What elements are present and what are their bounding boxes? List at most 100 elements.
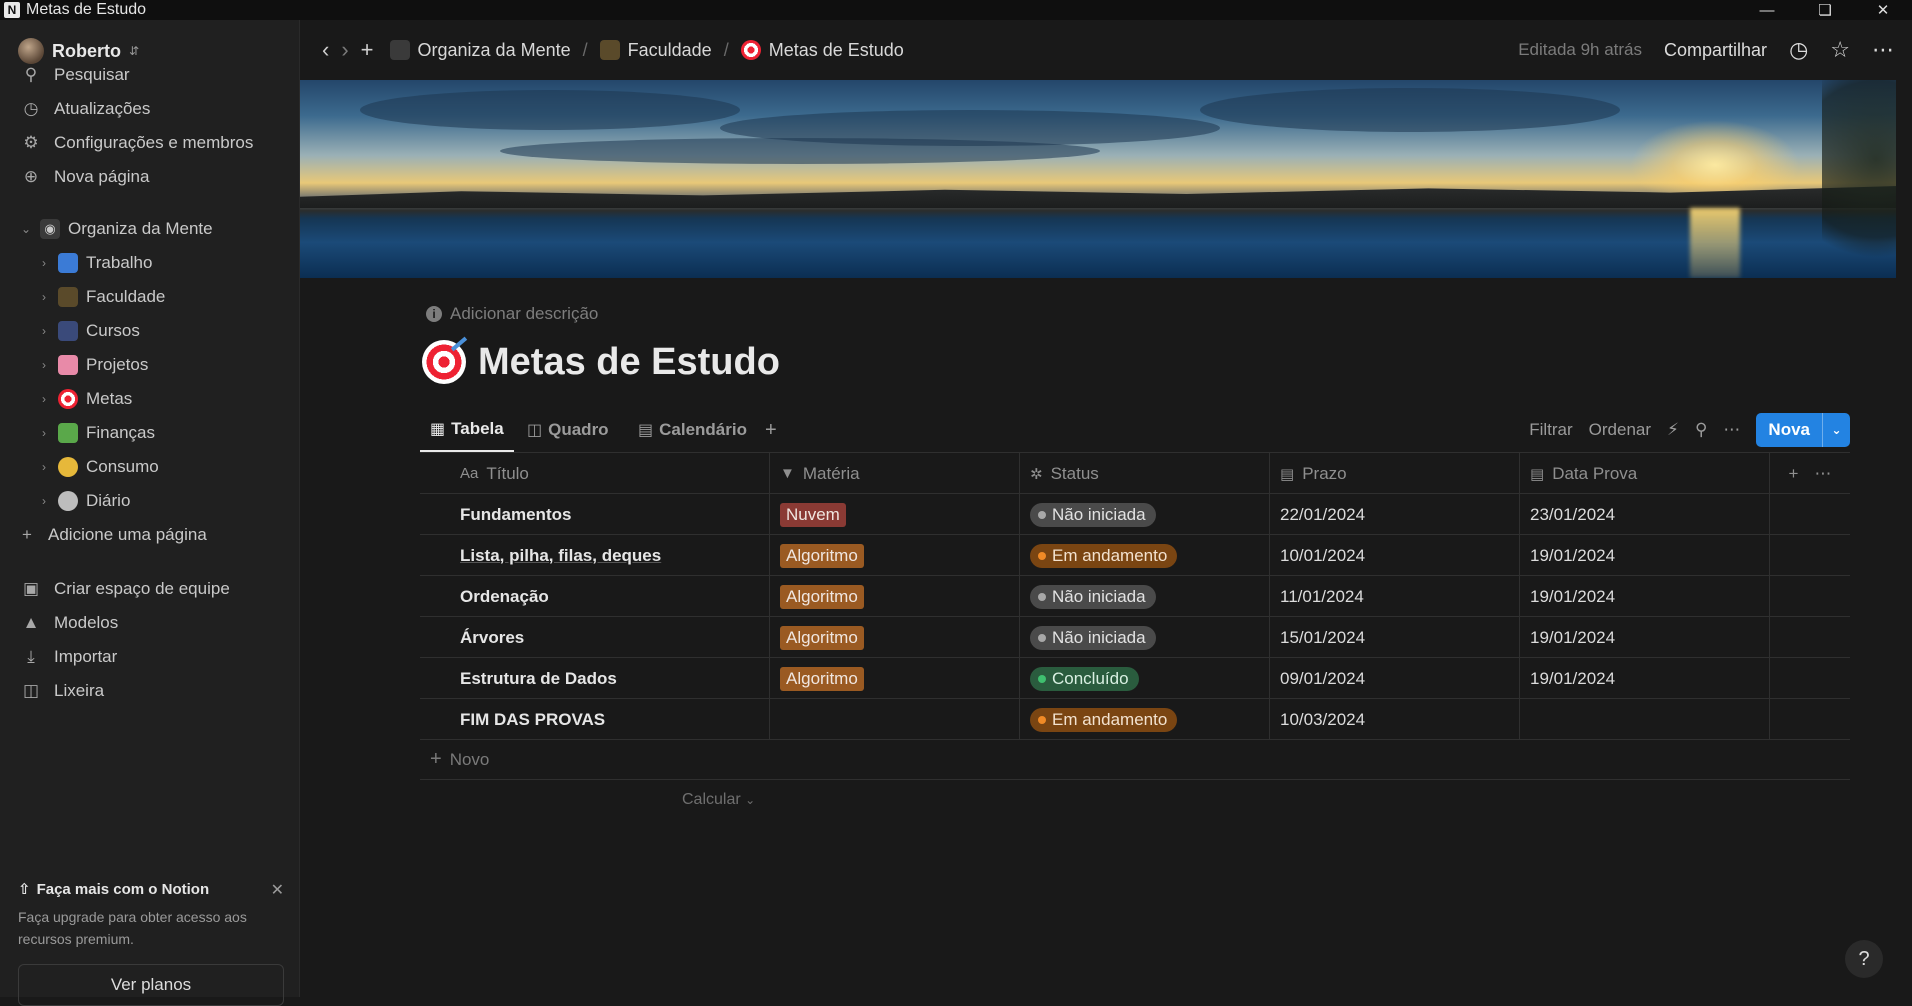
cell-title[interactable]: FIM DAS PROVAS	[420, 699, 770, 740]
search-icon[interactable]: ⚲	[1695, 420, 1707, 440]
close-icon[interactable]: ✕	[271, 880, 284, 900]
help-button[interactable]: ?	[1845, 940, 1883, 978]
row-title[interactable]: Fundamentos	[460, 505, 571, 525]
cell-materia[interactable]: Nuvem	[770, 494, 1020, 535]
cell-title[interactable]: Ordenação	[420, 576, 770, 617]
share-button[interactable]: Compartilhar	[1664, 40, 1767, 61]
sidebar-item-consumo[interactable]: › Consumo	[0, 450, 300, 484]
cell-data-prova[interactable]: 19/01/2024	[1520, 535, 1770, 576]
chevron-down-icon[interactable]: ⌄	[18, 222, 34, 236]
sort-button[interactable]: Ordenar	[1589, 420, 1651, 440]
add-view-icon[interactable]: +	[765, 408, 777, 452]
more-icon[interactable]: ⋯	[1814, 464, 1831, 484]
chevron-right-icon[interactable]: ›	[36, 426, 52, 440]
new-tab-icon[interactable]: +	[361, 37, 374, 63]
sidebar-item-import[interactable]: ⤓ Importar	[0, 640, 300, 674]
cell-materia[interactable]: Algoritmo	[770, 658, 1020, 699]
cell-prazo[interactable]: 10/03/2024	[1270, 699, 1520, 740]
chevron-right-icon[interactable]: ›	[36, 256, 52, 270]
history-icon[interactable]: ◷	[1789, 37, 1808, 63]
column-header-prazo[interactable]: ▤ Prazo	[1270, 453, 1520, 494]
star-icon[interactable]: ☆	[1830, 37, 1850, 63]
breadcrumb-item-organiza[interactable]: Organiza da Mente	[418, 40, 571, 61]
chevron-right-icon[interactable]: ›	[36, 494, 52, 508]
cell-prazo[interactable]: 09/01/2024	[1270, 658, 1520, 699]
cell-status[interactable]: Em andamento	[1020, 535, 1270, 576]
sidebar-item-trash[interactable]: ◫ Lixeira	[0, 674, 300, 708]
table-row[interactable]: Estrutura de Dados Algoritmo Concluído 0…	[420, 658, 1850, 699]
breadcrumb-item-faculdade[interactable]: Faculdade	[628, 40, 712, 61]
sidebar-item-team-space[interactable]: ▣ Criar espaço de equipe	[0, 572, 300, 606]
sidebar-item-templates[interactable]: ▲ Modelos	[0, 606, 300, 640]
cell-materia[interactable]: Algoritmo	[770, 617, 1020, 658]
cell-status[interactable]: Em andamento	[1020, 699, 1270, 740]
row-title[interactable]: Lista, pilha, filas, deques	[460, 546, 661, 566]
sidebar-workspace-organiza[interactable]: ⌄ ◉ Organiza da Mente	[0, 212, 300, 246]
cell-materia[interactable]: Algoritmo	[770, 576, 1020, 617]
tab-tabela[interactable]: ▦ Tabela	[420, 408, 514, 452]
cell-materia[interactable]	[770, 699, 1020, 740]
cell-prazo[interactable]: 10/01/2024	[1270, 535, 1520, 576]
cell-title[interactable]: Fundamentos	[420, 494, 770, 535]
sidebar-item-projetos[interactable]: › Projetos	[0, 348, 300, 382]
calculate-button[interactable]: Calcular ⌄	[682, 791, 755, 809]
cell-title[interactable]: Lista, pilha, filas, deques	[420, 535, 770, 576]
breadcrumb-item-metas[interactable]: Metas de Estudo	[769, 40, 904, 61]
row-title[interactable]: FIM DAS PROVAS	[460, 710, 605, 730]
scrollbar[interactable]	[1896, 80, 1912, 997]
cell-title[interactable]: Estrutura de Dados	[420, 658, 770, 699]
chevron-down-icon[interactable]: ⌄	[1822, 413, 1850, 447]
tab-quadro[interactable]: ◫ Quadro	[527, 408, 609, 452]
cell-prazo[interactable]: 15/01/2024	[1270, 617, 1520, 658]
sidebar-item-cursos[interactable]: › Cursos	[0, 314, 300, 348]
sidebar-item-financas[interactable]: › Finanças	[0, 416, 300, 450]
add-row-button[interactable]: + Novo	[420, 740, 1850, 780]
cell-status[interactable]: Não iniciada	[1020, 494, 1270, 535]
more-icon[interactable]: ⋯	[1723, 420, 1740, 440]
filter-button[interactable]: Filtrar	[1529, 420, 1572, 440]
sidebar-item-updates[interactable]: ◷ Atualizações	[0, 92, 300, 126]
tab-calendario[interactable]: ▤ Calendário	[638, 408, 747, 452]
table-row[interactable]: Lista, pilha, filas, deques Algoritmo Em…	[420, 535, 1850, 576]
sidebar-item-metas[interactable]: › Metas	[0, 382, 300, 416]
restore-icon[interactable]: ❏	[1796, 0, 1854, 20]
table-row[interactable]: Árvores Algoritmo Não iniciada 15/01/202…	[420, 617, 1850, 658]
sidebar-item-diario[interactable]: › Diário	[0, 484, 300, 518]
cell-data-prova[interactable]: 19/01/2024	[1520, 576, 1770, 617]
cell-data-prova[interactable]: 23/01/2024	[1520, 494, 1770, 535]
new-entry-button[interactable]: Nova ⌄	[1756, 413, 1850, 447]
automation-icon[interactable]: ⚡	[1667, 420, 1679, 440]
chevron-right-icon[interactable]: ›	[36, 358, 52, 372]
cell-data-prova[interactable]: 19/01/2024	[1520, 658, 1770, 699]
table-row[interactable]: Ordenação Algoritmo Não iniciada 11/01/2…	[420, 576, 1850, 617]
row-title[interactable]: Estrutura de Dados	[460, 669, 617, 689]
sidebar-add-page[interactable]: + Adicione uma página	[0, 518, 300, 552]
column-header-materia[interactable]: ▼ Matéria	[770, 453, 1020, 494]
chevron-right-icon[interactable]: ›	[36, 392, 52, 406]
page-title-text[interactable]: Metas de Estudo	[478, 341, 780, 384]
chevron-right-icon[interactable]: ›	[36, 290, 52, 304]
cell-data-prova[interactable]	[1520, 699, 1770, 740]
more-icon[interactable]: ⋯	[1872, 37, 1894, 63]
column-header-titulo[interactable]: Aa Título	[420, 453, 770, 494]
cell-prazo[interactable]: 22/01/2024	[1270, 494, 1520, 535]
sidebar-item-settings[interactable]: ⚙ Configurações e membros	[0, 126, 300, 160]
row-title[interactable]: Ordenação	[460, 587, 549, 607]
add-property-icon[interactable]: +	[1789, 464, 1799, 484]
target-icon[interactable]	[422, 340, 466, 384]
add-description-button[interactable]: i Adicionar descrição	[426, 304, 598, 324]
column-header-status[interactable]: ✲ Status	[1020, 453, 1270, 494]
cell-data-prova[interactable]: 19/01/2024	[1520, 617, 1770, 658]
cell-title[interactable]: Árvores	[420, 617, 770, 658]
forward-icon[interactable]: ›	[341, 37, 348, 63]
table-row[interactable]: Fundamentos Nuvem Não iniciada 22/01/202…	[420, 494, 1850, 535]
view-plans-button[interactable]: Ver planos	[18, 964, 284, 1006]
table-row[interactable]: FIM DAS PROVAS Em andamento 10/03/2024	[420, 699, 1850, 740]
column-header-data-prova[interactable]: ▤ Data Prova	[1520, 453, 1770, 494]
close-icon[interactable]: ✕	[1854, 0, 1912, 20]
cell-status[interactable]: Concluído	[1020, 658, 1270, 699]
sidebar-item-faculdade[interactable]: › Faculdade	[0, 280, 300, 314]
cell-status[interactable]: Não iniciada	[1020, 576, 1270, 617]
cell-prazo[interactable]: 11/01/2024	[1270, 576, 1520, 617]
sidebar-item-trabalho[interactable]: › Trabalho	[0, 246, 300, 280]
